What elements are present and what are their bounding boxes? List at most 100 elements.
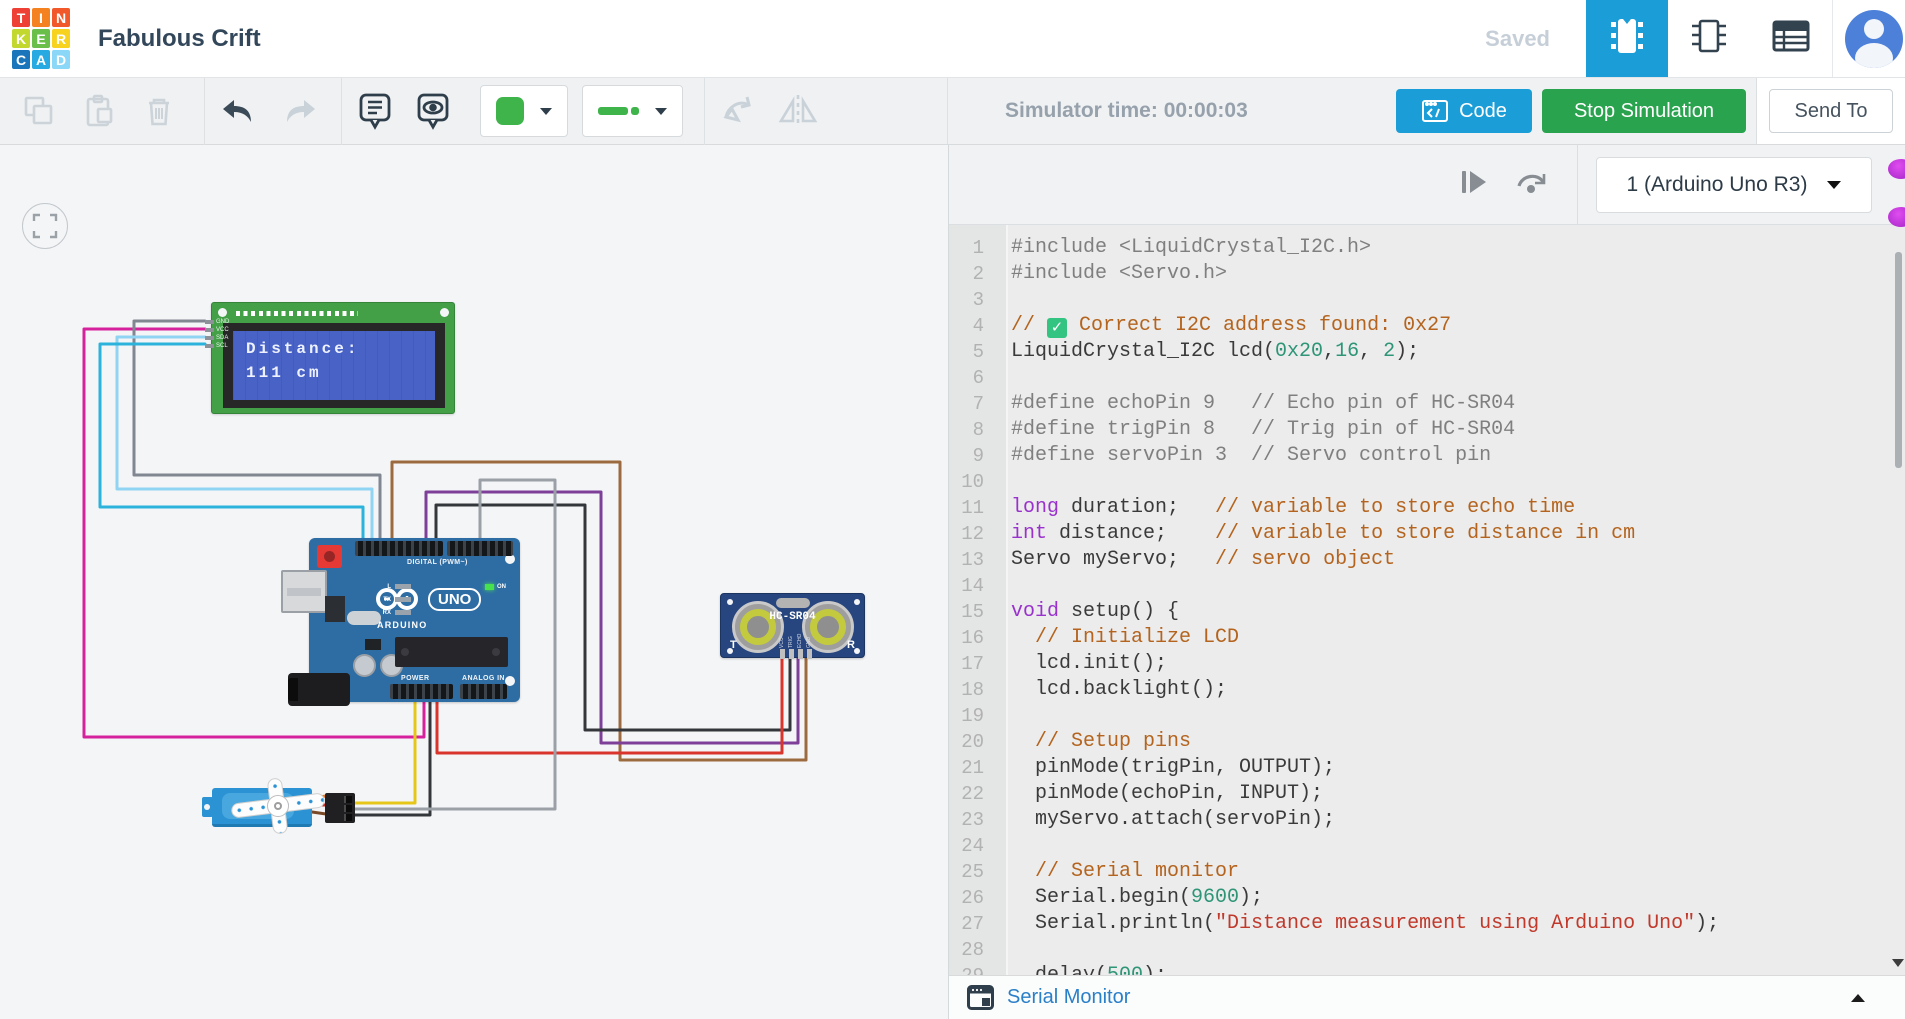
- user-avatar[interactable]: [1845, 9, 1903, 68]
- voltage-regulator: [325, 596, 345, 622]
- code-line[interactable]: 17 lcd.init();: [949, 651, 1905, 677]
- code-line[interactable]: 26 Serial.begin(9600);: [949, 885, 1905, 911]
- code-editor[interactable]: 1 #include <LiquidCrystal_I2C.h> 2 #include…: [949, 225, 1905, 975]
- notes-icon: [359, 93, 391, 130]
- line-number: 21: [961, 757, 984, 779]
- lcd-pin-sda[interactable]: SDA: [205, 334, 229, 342]
- mirror-button[interactable]: [773, 86, 823, 136]
- code-line[interactable]: 2 #include <Servo.h>: [949, 261, 1905, 287]
- code-line[interactable]: 4// ✓ Correct I2C address found: 0x27: [949, 313, 1905, 339]
- code-button[interactable]: Code: [1396, 89, 1532, 133]
- code-line[interactable]: 18 lcd.backlight();: [949, 677, 1905, 703]
- code-line[interactable]: 13 Servo myServo; // servo object: [949, 547, 1905, 573]
- arduino-led-rx: RX: [381, 608, 411, 617]
- lcd-text-line2: 111 cm: [246, 364, 322, 382]
- lcd-pin-vcc[interactable]: VCC: [205, 326, 229, 334]
- code-line[interactable]: 27 Serial.println("Distance measurement …: [949, 911, 1905, 937]
- lcd-display[interactable]: Distance: 111 cm GND VCC SDA SCL: [205, 302, 455, 414]
- circuit-canvas[interactable]: Distance: 111 cm GND VCC SDA SCL DIGITAL (P…: [0, 145, 948, 1019]
- ultrasonic-sensor-hcsr04[interactable]: HC-SR04 VCC TRIG ECHO GND T R: [720, 593, 865, 659]
- sensor-pin-vcc[interactable]: VCC: [779, 630, 785, 659]
- code-line[interactable]: 22 pinMode(echoPin, INPUT);: [949, 781, 1905, 807]
- digital-header-right[interactable]: [447, 541, 513, 556]
- stop-simulation-button[interactable]: Stop Simulation: [1542, 89, 1746, 133]
- analog-header[interactable]: [460, 684, 507, 699]
- code-line[interactable]: 23 myServo.attach(servoPin);: [949, 807, 1905, 833]
- scrollbar-thumb[interactable]: [1895, 252, 1902, 468]
- delete-button[interactable]: [134, 86, 184, 136]
- chip-icon: [1607, 14, 1647, 63]
- zoom-to-fit-button[interactable]: [22, 203, 68, 249]
- color-dropdown[interactable]: [480, 85, 568, 137]
- step-button[interactable]: [1459, 168, 1489, 201]
- wire-type-dropdown[interactable]: [582, 85, 683, 137]
- annotation-visibility-button[interactable]: [408, 86, 458, 136]
- redo-button[interactable]: [275, 86, 325, 136]
- line-number: 25: [961, 861, 984, 883]
- code-line[interactable]: 15 void setup() {: [949, 599, 1905, 625]
- digital-header-left[interactable]: [355, 541, 443, 556]
- app-header: TIN KER CAD Fabulous Crift Saved: [0, 0, 1905, 78]
- component-list-view-button[interactable]: [1750, 0, 1832, 77]
- power-header[interactable]: [390, 684, 453, 699]
- sensor-pin-gnd[interactable]: GND: [806, 630, 812, 659]
- code-line[interactable]: 14: [949, 573, 1905, 599]
- code-line[interactable]: 5 LiquidCrystal_I2C lcd(0x20,16, 2);: [949, 339, 1905, 365]
- code-line[interactable]: 24: [949, 833, 1905, 859]
- tinkercad-logo[interactable]: TIN KER CAD: [12, 8, 70, 69]
- line-number: 12: [961, 523, 984, 545]
- icsp-header: [365, 639, 381, 650]
- step-over-button[interactable]: [1515, 168, 1549, 201]
- serial-monitor-bar[interactable]: Serial Monitor: [949, 975, 1905, 1019]
- lcd-screen: Distance: 111 cm: [233, 331, 435, 400]
- lcd-pin-gnd[interactable]: GND: [205, 318, 229, 326]
- code-line[interactable]: 8 #define trigPin 8 // Trig pin of HC-SR0…: [949, 417, 1905, 443]
- schematic-view-button[interactable]: [1668, 0, 1750, 77]
- reset-button[interactable]: [317, 545, 342, 568]
- lcd-pin-scl[interactable]: SCL: [205, 342, 229, 350]
- undo-button[interactable]: [213, 86, 263, 136]
- code-line[interactable]: 25 // Serial monitor: [949, 859, 1905, 885]
- notes-button[interactable]: [350, 86, 400, 136]
- code-window-icon: [1422, 100, 1449, 122]
- table-icon: [1771, 19, 1811, 58]
- code-line[interactable]: 3: [949, 287, 1905, 313]
- line-number: 22: [961, 783, 984, 805]
- code-line[interactable]: 12 int distance; // variable to store dis…: [949, 521, 1905, 547]
- code-scrollbar[interactable]: [1892, 225, 1904, 975]
- breadboard-view-button[interactable]: [1586, 0, 1668, 77]
- uno-model-label: UNO: [428, 587, 482, 611]
- arduino-uno-board[interactable]: DIGITAL (PWM~) POWER ANALOG IN UNO ARDUI…: [281, 538, 520, 706]
- line-number: 17: [961, 653, 984, 675]
- wire-servo-power-yellow[interactable]: [353, 697, 417, 805]
- on-led: ON: [485, 584, 506, 590]
- code-line[interactable]: 1 #include <LiquidCrystal_I2C.h>: [949, 235, 1905, 261]
- sensor-pin-trig[interactable]: TRIG: [788, 630, 794, 659]
- copy-button[interactable]: [14, 86, 64, 136]
- micro-servo[interactable]: [202, 776, 360, 838]
- code-line[interactable]: 28: [949, 937, 1905, 963]
- code-line[interactable]: 9 #define servoPin 3 // Servo control pin: [949, 443, 1905, 469]
- code-line[interactable]: 11 long duration; // variable to store ec…: [949, 495, 1905, 521]
- wire-servo-gnd-black[interactable]: [353, 697, 432, 817]
- code-line[interactable]: 21 pinMode(trigPin, OUTPUT);: [949, 755, 1905, 781]
- code-line[interactable]: 16 // Initialize LCD: [949, 625, 1905, 651]
- scroll-down-icon[interactable]: [1892, 959, 1904, 967]
- rotate-button[interactable]: [713, 86, 763, 136]
- code-line[interactable]: 29 delay(500);: [949, 963, 1905, 975]
- document-title[interactable]: Fabulous Crift: [98, 25, 261, 53]
- chevron-up-icon[interactable]: [1851, 993, 1865, 1002]
- sensor-pin-echo[interactable]: ECHO: [797, 630, 803, 659]
- code-line[interactable]: 7 #define echoPin 9 // Echo pin of HC-SR0…: [949, 391, 1905, 417]
- paste-button[interactable]: [74, 86, 124, 136]
- line-number: 28: [961, 939, 984, 961]
- eye-bubble-icon: [417, 93, 449, 130]
- code-line[interactable]: 19: [949, 703, 1905, 729]
- code-line[interactable]: 6: [949, 365, 1905, 391]
- code-line[interactable]: 10: [949, 469, 1905, 495]
- board-selector-dropdown[interactable]: 1 (Arduino Uno R3): [1596, 156, 1872, 213]
- send-to-button[interactable]: Send To: [1769, 89, 1893, 133]
- line-number: 14: [961, 575, 984, 597]
- step-into-icon: [1462, 171, 1486, 193]
- code-line[interactable]: 20 // Setup pins: [949, 729, 1905, 755]
